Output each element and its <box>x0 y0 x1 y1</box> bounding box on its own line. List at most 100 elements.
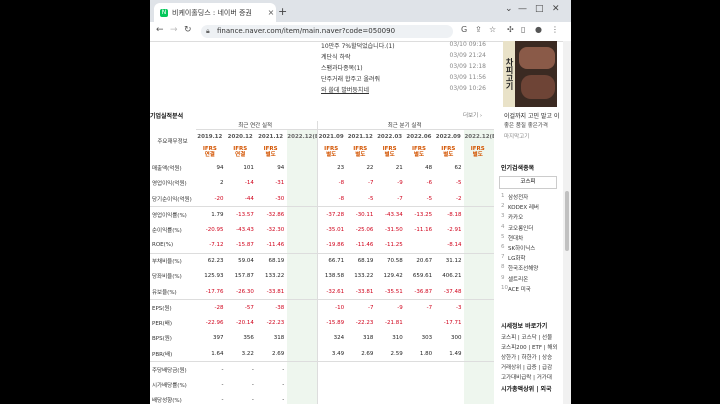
news-title[interactable]: 와 쓸데 발버둥치네 <box>321 85 369 94</box>
table-cell: 48 <box>425 164 433 171</box>
google-icon[interactable]: G <box>461 25 467 34</box>
news-title[interactable]: 계단식 하락 <box>321 52 351 61</box>
ad-banner[interactable]: 차피고기 <box>503 41 557 107</box>
list-item[interactable]: 9 셀트리온 <box>501 275 571 285</box>
table-cell: 94 <box>277 164 285 171</box>
list-item[interactable]: 5 현대차 <box>501 234 571 244</box>
new-tab-button[interactable]: + <box>278 5 287 18</box>
news-title[interactable]: 스팸과다종목(1) <box>321 63 363 72</box>
stock-name[interactable]: SK하이닉스 <box>508 244 535 252</box>
accounting-basis: IFRS 연결 <box>202 146 217 158</box>
row-label[interactable]: 순이익률(%) <box>150 222 196 238</box>
table-cell <box>464 315 494 331</box>
period-header: 2021.09 <box>317 129 348 144</box>
stock-name[interactable]: LG화학 <box>508 254 525 262</box>
news-title[interactable]: 단주거래 합주고 올려줘 <box>321 74 380 83</box>
table-cell: -33.81 <box>266 288 285 295</box>
news-title[interactable]: 10만주 7%할덕었습니다.(1) <box>321 41 395 50</box>
row-label[interactable]: 매출액(억원) <box>150 160 196 176</box>
list-item[interactable]: 2 KODEX 레버 <box>501 203 571 213</box>
list-item[interactable]: 8 한국조선해양 <box>501 264 571 274</box>
table-cell: -31.50 <box>385 226 403 233</box>
table-row: 매출액(억원) 94 101 94 23 22 21 48 62 <box>150 160 494 176</box>
row-label[interactable]: 부채비율(%) <box>150 253 196 269</box>
browser-tab[interactable]: N 비케이홀딩스 : 네이버 증권 × <box>154 3 276 22</box>
minimize-button[interactable]: — <box>518 4 527 14</box>
row-label[interactable]: 영업이익률(%) <box>150 207 196 223</box>
table-cell <box>464 253 494 269</box>
bookmark-star-icon[interactable]: ☆ <box>489 25 496 34</box>
close-tab-icon[interactable]: × <box>266 8 276 17</box>
scrollbar-thumb[interactable] <box>565 191 569 251</box>
table-cell: 68.19 <box>268 258 285 264</box>
tab-kospi[interactable]: 코스피 <box>499 176 557 189</box>
stock-name[interactable]: 셀트리온 <box>508 275 528 283</box>
list-item[interactable]: 1 삼성전자 <box>501 193 571 203</box>
annual-header: 최근 연간 실적 <box>196 121 318 130</box>
table-cell: -19.86 <box>317 237 348 253</box>
row-label[interactable]: EPS(원) <box>150 300 196 316</box>
extensions-icon[interactable]: ✣ <box>507 25 514 34</box>
news-item[interactable]: 와 쓸데 발버둥치네 03/09 10:26 <box>321 85 486 96</box>
scrollbar[interactable] <box>563 41 571 404</box>
url-field[interactable]: 🔒︎ finance.naver.com/item/main.naver?cod… <box>201 25 453 38</box>
row-label[interactable]: PBR(배) <box>150 346 196 362</box>
market-link-row[interactable]: 코스피200 | ETF | 해외 <box>501 343 558 351</box>
list-item[interactable]: 10 ACE 미국 <box>501 285 571 295</box>
sidepanel-icon[interactable]: ▯ <box>521 25 525 34</box>
row-label[interactable]: 당좌비율(%) <box>150 269 196 285</box>
stock-name[interactable]: 코오롱인더 <box>508 224 533 232</box>
list-item[interactable]: 3 카카오 <box>501 213 571 223</box>
more-link[interactable]: 더보기 › <box>463 111 482 119</box>
market-link-row[interactable]: 고가대비급락 | 거가대 <box>501 373 552 381</box>
row-label[interactable]: 유보율(%) <box>150 284 196 300</box>
chevron-down-icon[interactable]: ⌄ <box>505 4 513 14</box>
news-item[interactable]: 단주거래 합주고 올려줘 03/09 11:56 <box>321 74 486 85</box>
list-item[interactable]: 6 SK하이닉스 <box>501 244 571 254</box>
stock-name[interactable]: ACE 미국 <box>508 285 531 293</box>
table-cell: 138.58 <box>317 268 348 284</box>
news-item[interactable]: 스팸과다종목(1) 03/09 12:18 <box>321 63 486 74</box>
ad-headline[interactable]: 이걸까지 고민 말고 이 <box>504 111 559 120</box>
row-label[interactable]: 배당성향(%) <box>150 393 196 404</box>
table-cell: -21.81 <box>385 319 403 326</box>
accounting-basis: IFRS 별도 <box>382 146 397 158</box>
list-item[interactable]: 4 코오롱인더 <box>501 224 571 234</box>
table-row: BPS(원) 397 356 318 324 318 310 303 300 <box>150 330 494 347</box>
stock-name[interactable]: KODEX 레버 <box>508 203 539 211</box>
profile-icon[interactable]: ● <box>535 25 542 34</box>
stock-name[interactable]: 카카오 <box>508 213 523 221</box>
table-cell: -9 <box>397 180 403 187</box>
row-label[interactable]: BPS(원) <box>150 331 196 347</box>
row-label[interactable]: 당기순이익(억원) <box>150 191 196 207</box>
market-link-row[interactable]: 상한가 | 하한가 | 상승 <box>501 353 552 361</box>
table-row: 시가배당률(%) - - - <box>150 377 494 393</box>
share-icon[interactable]: ⇪ <box>475 25 482 34</box>
forward-icon[interactable]: → <box>170 25 178 35</box>
market-link-row[interactable]: 거래상위 | 급증 | 급감 <box>501 363 552 371</box>
table-cell: -37.28 <box>317 206 348 222</box>
row-label[interactable]: 영업이익(억원) <box>150 176 196 192</box>
stock-name[interactable]: 한국조선해양 <box>508 264 538 272</box>
close-window-button[interactable]: ✕ <box>552 4 560 14</box>
menu-icon[interactable]: ⋮ <box>551 25 559 34</box>
table-cell: 2 <box>220 180 224 187</box>
restore-button[interactable]: □ <box>535 4 544 14</box>
news-item[interactable]: 10만주 7%할덕었습니다.(1) 03/10 09:16 <box>321 41 486 52</box>
row-label[interactable]: ROE(%) <box>150 238 196 254</box>
stock-name[interactable]: 삼성전자 <box>508 193 528 201</box>
table-cell: 157.87 <box>234 273 254 280</box>
market-link-row[interactable]: 코스피 | 코스닥 | 선물 <box>501 333 552 341</box>
news-item[interactable]: 계단식 하락 03/09 21:24 <box>321 52 486 63</box>
list-item[interactable]: 7 LG화학 <box>501 254 571 264</box>
reload-icon[interactable]: ↻ <box>184 25 192 35</box>
table-cell: 1.80 <box>419 350 433 357</box>
rank: 10 <box>501 284 508 291</box>
row-label[interactable]: PER(배) <box>150 315 196 331</box>
back-icon[interactable]: ← <box>156 25 164 35</box>
stock-name[interactable]: 현대차 <box>508 234 523 242</box>
table-cell: 2.69 <box>272 350 285 357</box>
row-label[interactable]: 주당배당금(원) <box>150 362 196 378</box>
table-cell: 2.69 <box>361 350 374 357</box>
row-label[interactable]: 시가배당률(%) <box>150 377 196 393</box>
